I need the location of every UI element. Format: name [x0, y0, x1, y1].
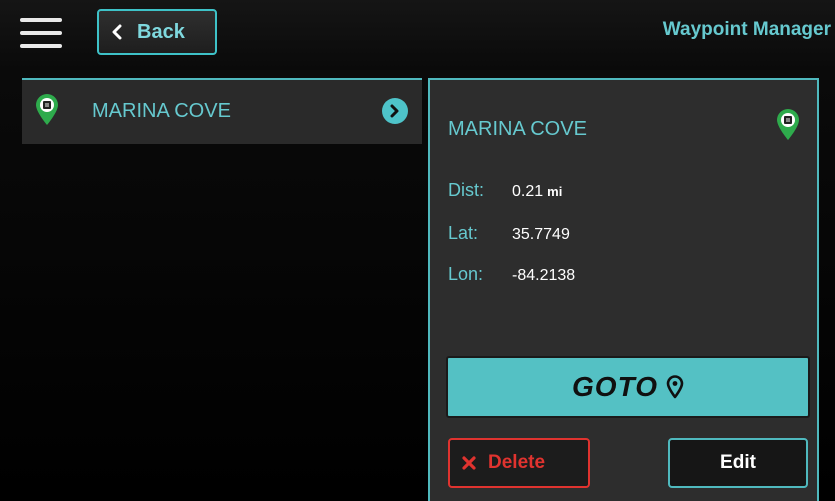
latitude-value: 35.7749 [512, 226, 570, 243]
distance-label: Dist: [448, 180, 484, 200]
waypoint-details-panel: MARINA COVE Dist: 0.21 mi Lat: 35.7749 L… [428, 78, 819, 501]
delete-button[interactable]: Delete [448, 438, 590, 488]
chevron-left-icon [112, 24, 122, 40]
back-label: Back [137, 20, 185, 43]
goto-label: GOTO [572, 371, 658, 402]
distance-row: Dist: 0.21 mi [448, 180, 562, 201]
chevron-right-icon[interactable] [382, 98, 408, 124]
waypoint-pin-icon [36, 94, 58, 125]
hamburger-menu-icon[interactable] [20, 18, 62, 48]
latitude-row: Lat: 35.7749 [448, 223, 570, 244]
back-button[interactable]: Back [97, 9, 217, 55]
menu-bar [20, 44, 62, 48]
longitude-row: Lon: -84.2138 [448, 264, 575, 285]
close-icon [462, 456, 476, 470]
latitude-label: Lat: [448, 223, 479, 243]
delete-label: Delete [488, 452, 546, 473]
list-item-label: MARINA COVE [92, 100, 231, 122]
location-pin-icon [666, 375, 684, 399]
longitude-value: -84.2138 [512, 267, 576, 284]
distance-value: 0.21 [512, 183, 544, 200]
edit-label: Edit [720, 452, 756, 473]
waypoint-pin-icon [777, 109, 799, 140]
list-item[interactable]: MARINA COVE [22, 78, 422, 144]
menu-bar [20, 18, 62, 22]
goto-button[interactable]: GOTO [446, 356, 810, 418]
chevron-right-glyph [390, 104, 399, 118]
page-title: Waypoint Manager [662, 19, 831, 40]
distance-unit: mi [547, 184, 563, 199]
waypoint-list: MARINA COVE [22, 78, 422, 144]
edit-button[interactable]: Edit [668, 438, 808, 488]
menu-bar [20, 31, 62, 35]
longitude-label: Lon: [448, 264, 484, 284]
waypoint-manager-screen: Back Waypoint Manager MARINA COVE MARINA… [0, 0, 835, 501]
waypoint-name: MARINA COVE [448, 118, 587, 140]
